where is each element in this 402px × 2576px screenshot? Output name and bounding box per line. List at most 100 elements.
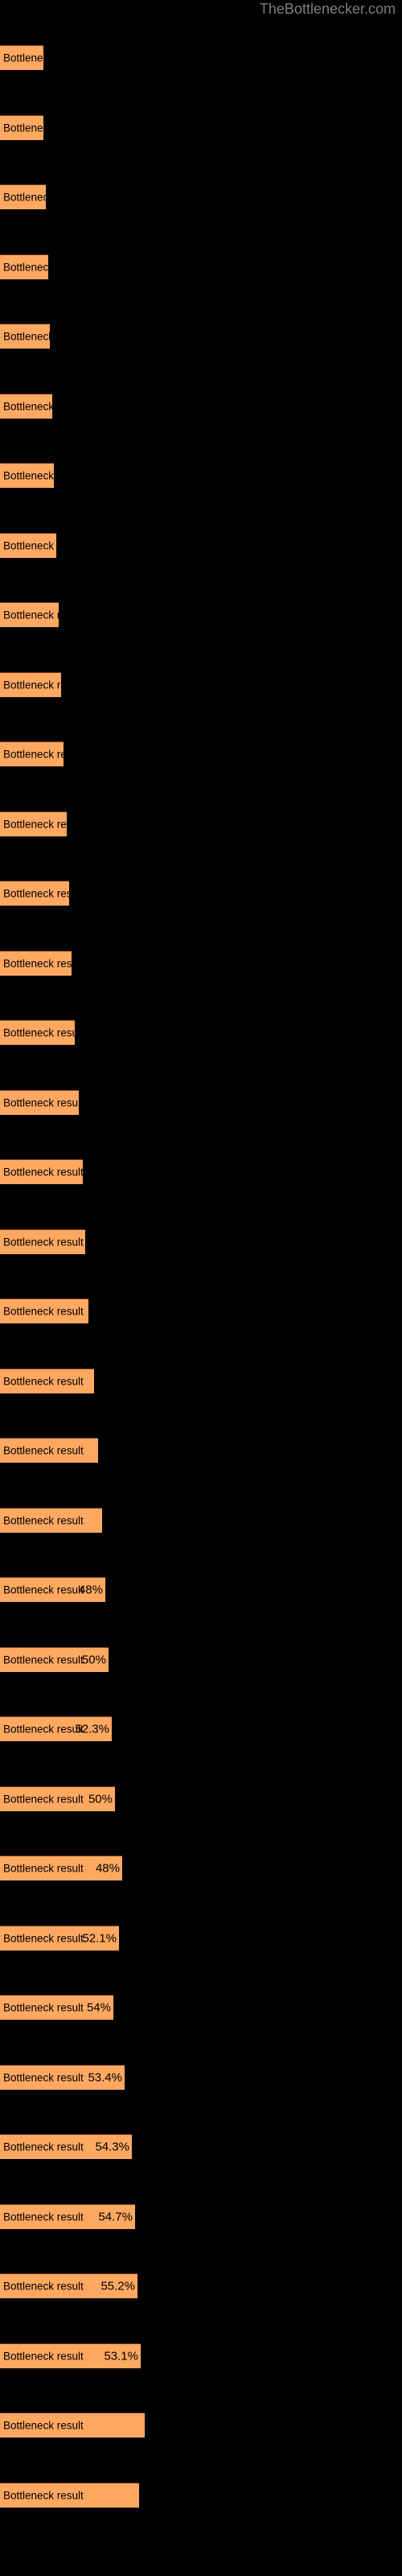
bar-row: Bottleneck result [0, 2413, 201, 2438]
bar-label: Bottleneck result [3, 1236, 84, 1249]
bar[interactable]: Bottleneck result [0, 2413, 145, 2438]
bar-row: Bottleneck result 55.2% [0, 2273, 201, 2298]
bar[interactable]: Bottleneck result 53.4% [0, 2065, 125, 2090]
bar[interactable]: Bottleneck result [0, 324, 50, 349]
bar-row: Bottleneck result [0, 1368, 201, 1393]
bar-value: 55.2% [100, 2279, 135, 2293]
bar-row: Bottleneck result [0, 881, 201, 906]
bar-row: Bottleneck result [0, 1229, 201, 1254]
bar[interactable]: Bottleneck result 54.7% [0, 2204, 135, 2229]
bar[interactable]: Bottleneck result [0, 1368, 94, 1393]
bar-row: Bottleneck result [0, 45, 201, 70]
bar-label: Bottleneck result [3, 1862, 84, 1875]
bar[interactable]: Bottleneck result [0, 115, 43, 140]
bar-value: 52.1% [82, 1931, 117, 1946]
bar-row: Bottleneck result [0, 1090, 201, 1115]
bar-value: 53.1% [104, 2349, 138, 2363]
bar[interactable]: Bottleneck result [0, 741, 64, 766]
bar[interactable]: Bottleneck result 48% [0, 1577, 105, 1602]
bar[interactable]: Bottleneck result [0, 1508, 102, 1533]
bar[interactable]: Bottleneck result 52.1% [0, 1926, 119, 1951]
bar-label: Bottleneck result [3, 1026, 75, 1039]
bar-row: Bottleneck result [0, 951, 201, 976]
bar-row: Bottleneck result [0, 254, 201, 279]
bar[interactable]: Bottleneck result [0, 1159, 83, 1184]
bar[interactable]: Bottleneck result 50% [0, 1786, 115, 1811]
bar[interactable]: Bottleneck result [0, 811, 67, 836]
chart-clip-region: Bottleneck resultBottleneck resultBottle… [0, 0, 201, 2576]
bar-value: 52.3% [75, 1722, 109, 1736]
bar-label: Bottleneck result [3, 1932, 84, 1945]
bar-value: 54.7% [98, 2210, 133, 2224]
bar-label: Bottleneck result [3, 539, 56, 552]
bar-label: Bottleneck result [3, 400, 52, 413]
bar-row: Bottleneck result [0, 672, 201, 697]
bar-row: Bottleneck result [0, 741, 201, 766]
bar[interactable]: Bottleneck result [0, 1090, 79, 1115]
bar[interactable]: Bottleneck result [0, 881, 69, 906]
bar-label: Bottleneck result [3, 1514, 84, 1527]
bar-label: Bottleneck result [3, 1375, 84, 1388]
bar-label: Bottleneck result [3, 1723, 84, 1736]
bar[interactable]: Bottleneck result [0, 1298, 88, 1323]
bar[interactable]: Bottleneck result 50% [0, 1647, 109, 1672]
bar-value: 54.3% [95, 2140, 129, 2154]
bar-row: Bottleneck result [0, 1298, 201, 1323]
bar-label: Bottleneck result [3, 1305, 84, 1318]
bar-label: Bottleneck result [3, 191, 46, 204]
bar[interactable]: Bottleneck result [0, 1020, 75, 1045]
bar[interactable]: Bottleneck result [0, 672, 61, 697]
bar-row: Bottleneck result 48% [0, 1577, 201, 1602]
bar-value: 54% [86, 2000, 111, 2015]
bar[interactable]: Bottleneck result 52.3% [0, 1716, 112, 1741]
bar-label: Bottleneck result [3, 2211, 84, 2223]
bar[interactable]: Bottleneck result [0, 1229, 85, 1254]
bar-label: Bottleneck result [3, 52, 43, 64]
bar-row: Bottleneck result [0, 115, 201, 140]
bar[interactable]: Bottleneck result 48% [0, 1856, 122, 1880]
bar-row: Bottleneck result 52.3% [0, 1716, 201, 1741]
bar-row: Bottleneck result [0, 1508, 201, 1533]
bar[interactable]: Bottleneck result [0, 463, 54, 488]
bar-row: Bottleneck result 53.1% [0, 2343, 201, 2368]
bar-label: Bottleneck result [3, 330, 50, 343]
bar-value: 48% [78, 1583, 103, 1597]
bar[interactable]: Bottleneck result 54.3% [0, 2134, 132, 2159]
watermark-text: TheBottlenecker.com [259, 1, 396, 17]
bar-row: Bottleneck result 48% [0, 1856, 201, 1880]
bar-label: Bottleneck result [3, 261, 48, 274]
bar[interactable]: Bottleneck result [0, 533, 56, 558]
bar-row: Bottleneck result 54.7% [0, 2204, 201, 2229]
bar[interactable]: Bottleneck result [0, 45, 43, 70]
bar-value: 48% [95, 1861, 120, 1876]
bar[interactable]: Bottleneck result [0, 951, 72, 976]
bar[interactable]: Bottleneck result 55.2% [0, 2273, 137, 2298]
bar-label: Bottleneck result [3, 122, 43, 134]
bar-row: Bottleneck result [0, 811, 201, 836]
bar-label: Bottleneck result [3, 1096, 79, 1109]
bar-row: Bottleneck result [0, 602, 201, 627]
bar-label: Bottleneck result [3, 957, 72, 970]
bar-label: Bottleneck result [3, 2280, 84, 2293]
bar[interactable]: Bottleneck result [0, 184, 46, 209]
bar-row: Bottleneck result [0, 1438, 201, 1463]
bar-label: Bottleneck result [3, 609, 59, 621]
bottleneck-bar-chart: Bottleneck resultBottleneck resultBottle… [0, 0, 201, 2576]
bar-label: Bottleneck result [3, 2140, 84, 2153]
bar[interactable]: Bottleneck result 53.1% [0, 2343, 141, 2368]
bar-label: Bottleneck result [3, 469, 54, 482]
bar[interactable]: Bottleneck result [0, 1438, 98, 1463]
bar[interactable]: Bottleneck result [0, 602, 59, 627]
bar-label: Bottleneck result [3, 1653, 84, 1666]
bar-row: Bottleneck result 54.3% [0, 2134, 201, 2159]
bar[interactable]: Bottleneck result 54% [0, 1995, 113, 2020]
bar-row: Bottleneck result [0, 1020, 201, 1045]
bar-label: Bottleneck result [3, 1793, 84, 1806]
bar[interactable]: Bottleneck result [0, 254, 48, 279]
bar-label: Bottleneck result [3, 1444, 84, 1457]
bar-label: Bottleneck result [3, 1166, 83, 1179]
bar-row: Bottleneck result 50% [0, 1647, 201, 1672]
bar[interactable]: Bottleneck result [0, 2483, 139, 2508]
bar[interactable]: Bottleneck result [0, 394, 52, 419]
bar-row: Bottleneck result [0, 1159, 201, 1184]
